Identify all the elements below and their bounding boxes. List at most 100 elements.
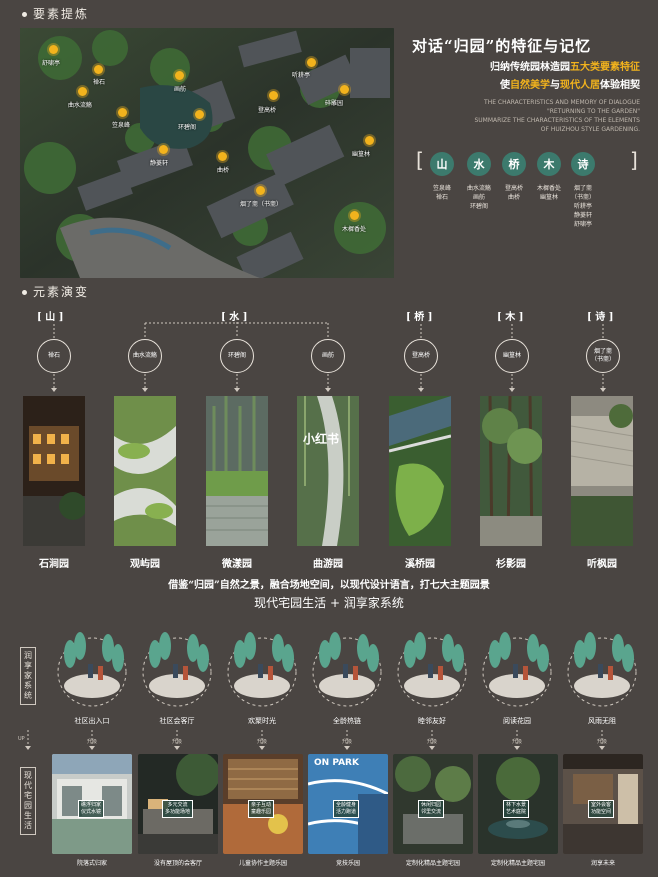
marker-dot[interactable] (118, 108, 127, 117)
garden-name: 观屿园 (130, 559, 160, 570)
marker-dot[interactable] (195, 110, 204, 119)
marker-dot[interactable] (49, 45, 58, 54)
system-illustration (227, 632, 297, 707)
photo-stone-stream-garden (23, 396, 85, 546)
photo-tag: 休闲归园 邻里交流 (418, 800, 445, 818)
arrow-lines (51, 374, 606, 392)
system-caption: 风雨无阻 (588, 717, 616, 725)
keyword-mountain: 山 (430, 152, 454, 176)
system-caption: 阅读花园 (503, 717, 531, 725)
bracket-right: ] (630, 148, 638, 172)
photo-art (206, 396, 268, 546)
marker-label: 烟了斋（书斋） (240, 201, 283, 208)
english-line: OF HUIZHOU STYLE GARDENING. (540, 126, 640, 133)
accent-text: 五大类要素特征 (570, 62, 640, 73)
photo-tag: 全龄健身 活力跑道 (333, 800, 360, 818)
photo-cedar-shadow-garden (480, 396, 542, 546)
system-illustration (567, 632, 637, 707)
element-node-study: 烟了斋 （书斋） (586, 339, 620, 373)
keyword-wood: 木 (537, 152, 561, 176)
system-illustration (397, 632, 467, 707)
marker-dot[interactable] (350, 211, 359, 220)
photo-tag: 林下水景 艺术庭院 (503, 800, 530, 818)
marker-dot[interactable] (340, 85, 349, 94)
photo-art (480, 396, 542, 546)
marker-dot[interactable] (175, 71, 184, 80)
text: 归纳传统园林造园 (490, 62, 570, 73)
keyword-water: 水 (467, 152, 491, 176)
section-heading-elements: 要素提炼 (22, 5, 89, 22)
system-illustration (142, 632, 212, 707)
accent-text: 现代人居 (560, 80, 600, 91)
side-label-system: 润享家系统 (20, 647, 36, 705)
summary-line-2: 使自然美学与现代人居体验相契 (440, 76, 640, 91)
illustration-group (57, 632, 637, 707)
system-illustration (57, 632, 127, 707)
marker-dot[interactable] (218, 152, 227, 161)
keyword-sub-wood: 木樨香处 幽篁林 (536, 185, 561, 201)
photo-island-view-garden (114, 396, 176, 546)
element-node-zen-stone: 禅石 (37, 339, 71, 373)
marker-label: 碎雕园 (325, 100, 344, 107)
photo-caption: 没有屋顶的会客厅 (153, 860, 202, 867)
element-node-boat: 画舫 (311, 339, 345, 373)
marker-label: 幽篁林 (352, 151, 371, 158)
english-line: "RETURNING TO THE GARDEN" (547, 108, 640, 115)
photo-caption: 院落式归家 (76, 860, 107, 867)
english-description: THE CHARACTERISTICS AND MEMORY OF DIALOG… (420, 98, 640, 134)
element-node-bridge: 登高桥 (404, 339, 438, 373)
system-caption: 欢聚时光 (248, 717, 276, 725)
garden-name: 听枫园 (587, 559, 617, 570)
marker-dot[interactable] (94, 65, 103, 74)
side-text: 润享家系统 (24, 651, 32, 700)
photo-art (114, 396, 176, 546)
photo-winding-garden: 小红书 (297, 396, 359, 546)
marker-dot[interactable] (307, 58, 316, 67)
marker-label: 木樨香处 (342, 226, 367, 233)
system-caption: 全龄热链 (333, 717, 361, 725)
marker-dot[interactable] (365, 136, 374, 145)
photo-tag: 亲子互动 童趣乐园 (248, 800, 275, 818)
marker-label: 登高桥 (258, 107, 277, 114)
system-caption: 社区会客厅 (159, 717, 195, 725)
photo-caption: 定制化精品主题宅园 (405, 860, 460, 867)
bullet-dot (22, 290, 27, 295)
garden-name: 杉影园 (496, 559, 526, 570)
marker-label: 笠泉峰 (112, 122, 131, 129)
text: 体验相契 (600, 80, 640, 91)
heading-text: 要素提炼 (33, 7, 90, 21)
summary-line-1: 归纳传统园林造园五大类要素特征 (440, 58, 640, 73)
marker-label: 环碧阁 (178, 124, 197, 131)
text: 使 (500, 80, 510, 91)
keyword-sub-mountain: 笠泉峰 禅石 (432, 185, 451, 201)
photo-caption: 润享未来 (590, 860, 615, 867)
photo-caption: 儿童协作主题乐园 (238, 860, 287, 867)
element-node-pavilion: 环碧阁 (220, 339, 254, 373)
english-line: SUMMARIZE THE CHARACTERISTICS OF THE ELE… (474, 117, 640, 124)
marker-label: 曲桥 (217, 167, 230, 174)
system-caption: 社区出入口 (74, 717, 110, 725)
photo-maple-listening-garden (571, 396, 633, 546)
marker-dot[interactable] (256, 186, 265, 195)
photo-stream-bridge-garden (389, 396, 451, 546)
photo-art (389, 396, 451, 546)
photo-tag: 礁浮归家 仪式水镜 (78, 800, 105, 818)
keyword-poetry: 诗 (571, 152, 595, 176)
garden-name: 曲游园 (313, 559, 343, 570)
marker-label: 静菱轩 (150, 160, 169, 167)
upgrade-arrows (25, 730, 605, 750)
marker-dot[interactable] (159, 145, 168, 154)
bracket-left: [ (416, 148, 424, 172)
marker-label: 禅石 (93, 79, 106, 86)
watermark-text: 小红书 (303, 432, 340, 446)
photo-ripple-garden (206, 396, 268, 546)
marker-dot[interactable] (269, 91, 278, 100)
text: 与 (550, 80, 560, 91)
element-node-bamboo: 幽篁林 (495, 339, 529, 373)
accent-text: 自然美学 (510, 80, 550, 91)
side-text: 现代宅园生活 (24, 771, 32, 830)
photo-art (23, 396, 85, 546)
marker-dot[interactable] (78, 87, 87, 96)
marker-label: 听耕亭 (292, 72, 311, 79)
photo-art (297, 396, 359, 546)
